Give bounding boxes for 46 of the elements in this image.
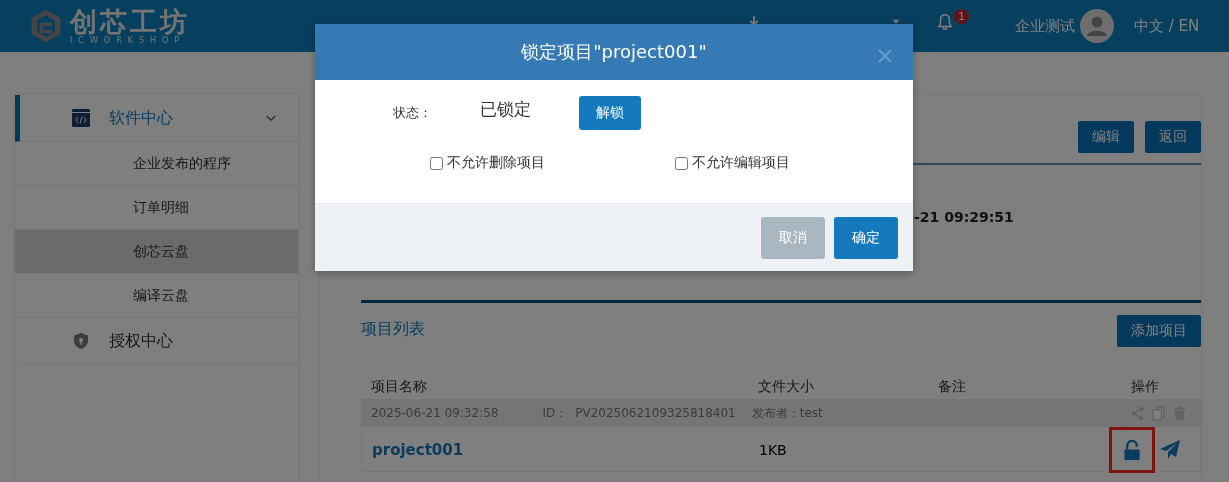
sidebar-subitem[interactable]: 企业发布的程序 <box>15 142 298 186</box>
timestamp-text: -21 09:29:51 <box>914 209 1014 225</box>
shield-icon <box>72 332 90 350</box>
avatar-icon[interactable] <box>1080 9 1114 43</box>
id-text: PV2025062109325818401 <box>575 406 736 420</box>
add-project-button[interactable]: 添加项目 <box>1117 315 1201 347</box>
column-header: 项目名称 <box>371 378 428 396</box>
padlock-icon <box>1122 439 1141 461</box>
logo-name: 创芯工坊 <box>70 7 190 35</box>
sidebar-item[interactable]: 软件中心 <box>15 95 298 142</box>
sidebar-subitem[interactable]: 编译云盘 <box>15 274 298 318</box>
code-window-icon <box>72 109 90 127</box>
cancel-button[interactable]: 取消 <box>761 216 825 259</box>
sidebar-item[interactable]: 授权中心 <box>15 318 298 365</box>
status-value: 已锁定 <box>480 97 532 121</box>
sidebar-subitem[interactable]: 创芯云盘 <box>15 230 298 274</box>
logo-tagline: ICWORKSHOP <box>70 36 186 45</box>
checkbox[interactable] <box>430 156 443 170</box>
language-link[interactable]: 中文 / EN <box>1134 16 1200 36</box>
project-name-link[interactable]: project001 <box>372 441 759 459</box>
checkbox-label: 不允许编辑项目 <box>692 154 790 172</box>
notification-button[interactable]: 1 <box>936 9 969 31</box>
bell-icon <box>936 13 954 31</box>
checkbox[interactable] <box>675 156 688 170</box>
paper-plane-icon[interactable] <box>1158 439 1181 461</box>
status-label: 状态： <box>393 104 433 122</box>
date-text: 2025-06-21 09:32:58 <box>371 406 499 420</box>
section-title: 项目列表 <box>361 319 425 340</box>
id-label: ID： <box>542 404 568 422</box>
column-header: 文件大小 <box>758 378 815 396</box>
dialog-title: 锁定项目"project001" <box>521 40 707 64</box>
action-button[interactable]: 返回 <box>1145 121 1201 153</box>
column-header: 操作 <box>1129 378 1160 396</box>
lock-button[interactable] <box>1108 427 1155 473</box>
unlock-button[interactable]: 解锁 <box>579 96 641 130</box>
notification-badge: 1 <box>954 9 969 24</box>
chevron-icon <box>266 114 276 122</box>
download-arrow-icon[interactable] <box>748 15 760 27</box>
user-name[interactable]: 企业测试 <box>1015 16 1075 36</box>
confirm-button[interactable]: 确定 <box>834 216 898 259</box>
action-button[interactable]: 编辑 <box>1078 121 1134 153</box>
file-size-text: 1KB <box>759 442 788 458</box>
checkbox-label: 不允许删除项目 <box>447 154 545 172</box>
close-icon[interactable] <box>877 48 893 64</box>
column-header: 备注 <box>938 378 967 396</box>
copy-icon[interactable] <box>1151 405 1166 421</box>
